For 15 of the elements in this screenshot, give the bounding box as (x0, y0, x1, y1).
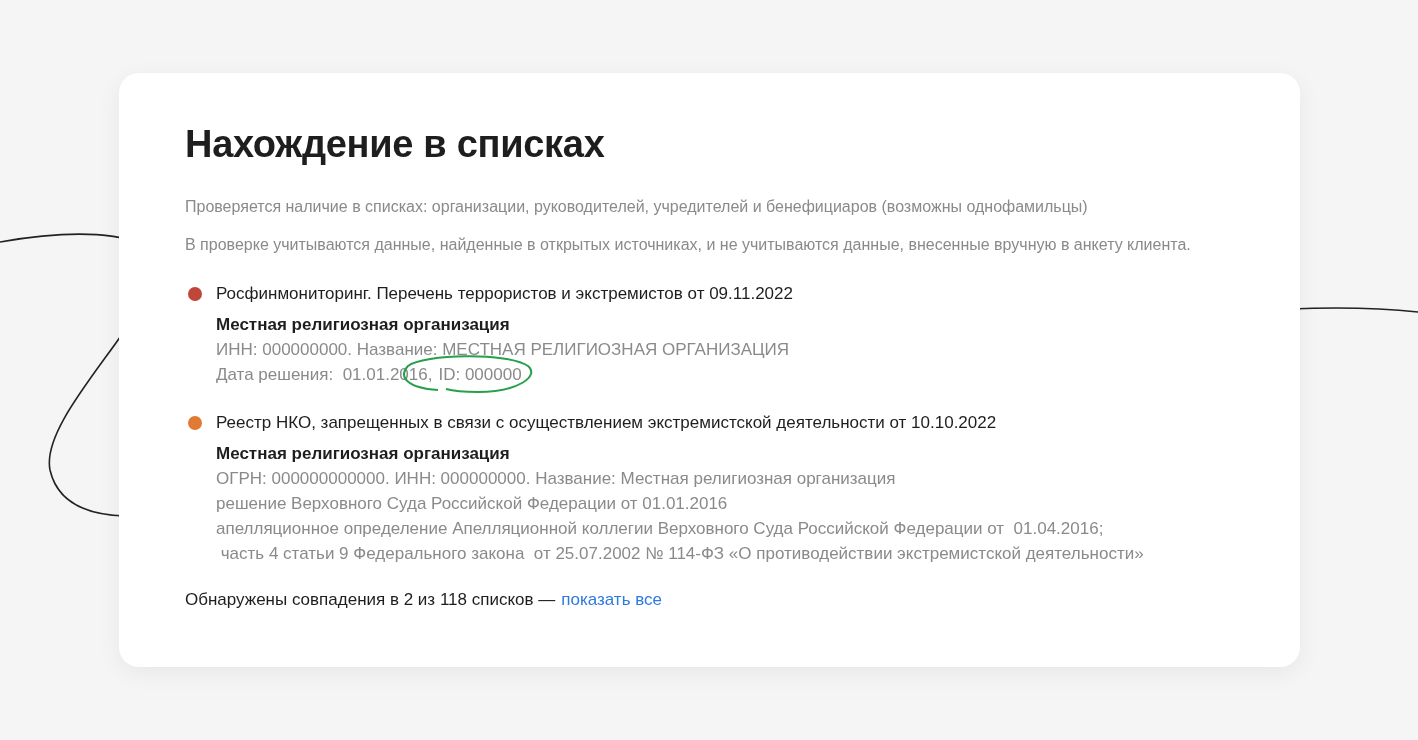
section-title: Нахождение в списках (185, 123, 606, 166)
detail-text: ОГРН: 000000000000. ИНН: 000000000. Название: Местная религиозная организация (216, 468, 896, 490)
show-all-link[interactable]: показать все (561, 590, 663, 610)
detail-text: часть 4 статьи 9 Федерального закона от 25.07.2002 № 114-ФЗ «О противодействии экстремистской деятельности» (219, 543, 1144, 565)
id-text: ID: 000000 (438, 365, 522, 384)
detail-text: решение Верховного Суда Российской Федерации от 01.01.2016 (216, 493, 728, 515)
detail-text: ИНН: 000000000. Название: МЕСТНАЯ РЕЛИГИОЗНАЯ ОРГАНИЗАЦИЯ (216, 339, 790, 361)
organization-name: Местная религиозная организация (216, 314, 511, 336)
organization-name: Местная религиозная организация (216, 443, 511, 465)
detail-text: апелляционное определение Апелляционной коллегии Верховного Суда Российской Федерации от 01.04.2016; (216, 518, 1104, 540)
list-name: Реестр НКО, запрещенных в связи с осуществлением экстремистской деятельности от 10.10.2022 (216, 413, 997, 433)
description-text: Проверяется наличие в списках: организации, руководителей, учредителей и бенефициаров (возможны однофамильцы) (185, 197, 1089, 217)
list-name: Росфинмониторинг. Перечень террористов и экстремистов от 09.11.2022 (216, 284, 793, 304)
description-text: В проверке учитываются данные, найденные в открытых источниках, и не учитываются данные, внесенные вручную в анкету клиента. (185, 235, 1192, 255)
summary-text: Обнаружены совпадения в 2 из 118 списков — (185, 590, 556, 610)
